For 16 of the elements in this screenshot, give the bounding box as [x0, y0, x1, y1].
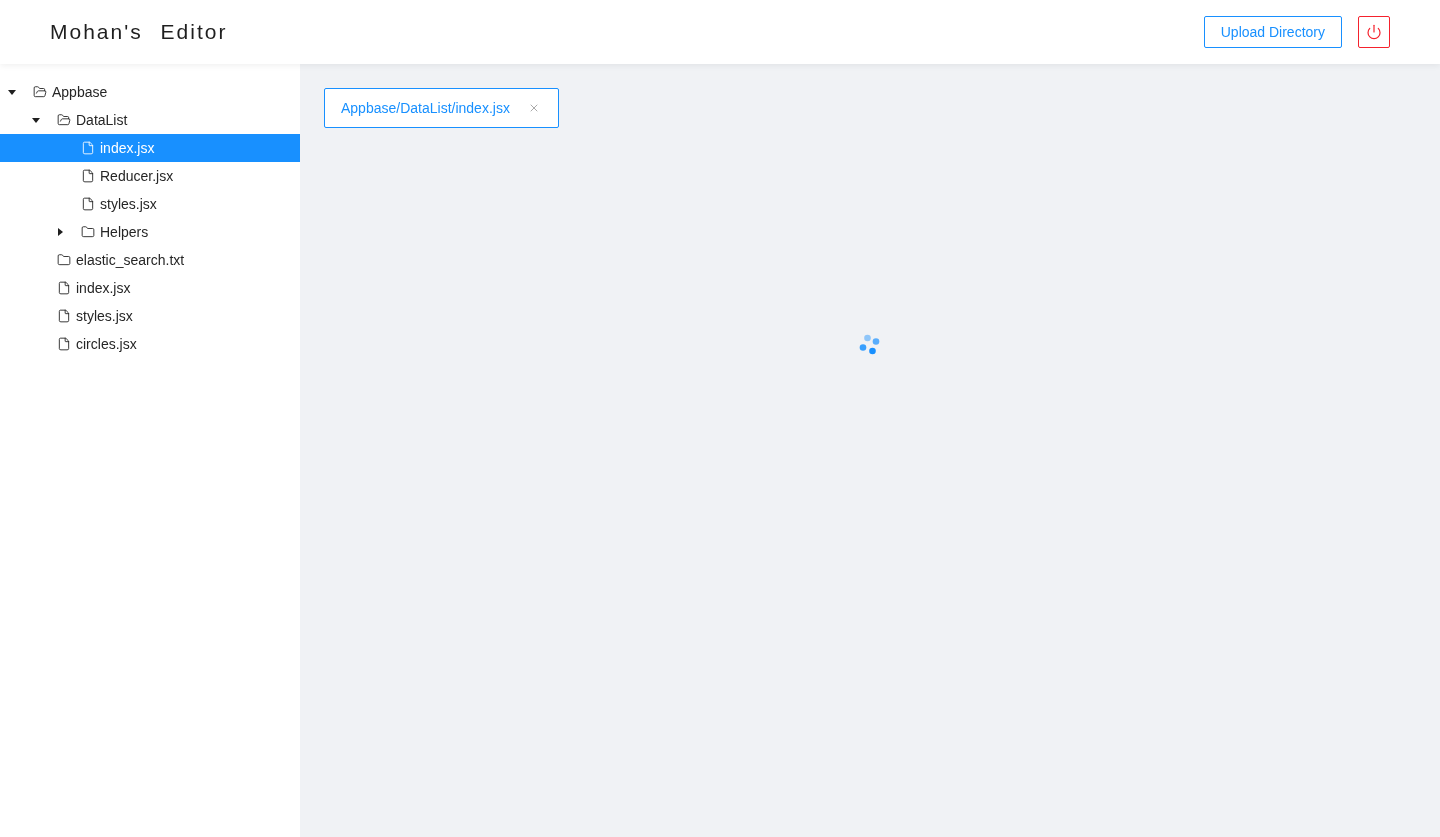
folder-icon [57, 113, 71, 127]
file-icon [81, 141, 95, 155]
power-icon [1366, 24, 1382, 40]
app-title: Mohan's Editor [50, 19, 228, 46]
file-icon [81, 169, 95, 183]
power-button[interactable] [1358, 16, 1390, 48]
folder-icon [57, 253, 71, 267]
caret-icon[interactable] [57, 228, 63, 236]
file-icon [81, 197, 95, 211]
file-icon [57, 337, 71, 351]
caret-icon[interactable] [32, 117, 40, 123]
folder-icon [33, 85, 47, 99]
file-icon [57, 309, 71, 323]
folder-icon [81, 225, 95, 239]
caret-icon[interactable] [8, 89, 16, 95]
file-icon [57, 281, 71, 295]
